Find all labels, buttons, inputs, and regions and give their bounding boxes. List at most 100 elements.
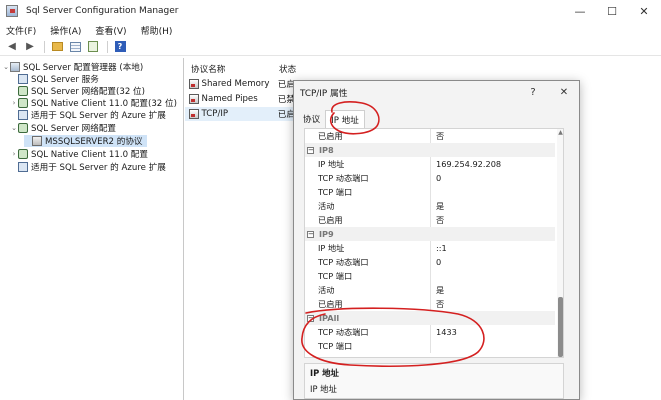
grid-property-value[interactable]: 否 <box>436 298 444 310</box>
grid-property-name: TCP 端口 <box>318 271 353 281</box>
list-item-selected[interactable]: TCP/IP 已启 <box>185 107 295 121</box>
maximize-button[interactable]: ☐ <box>595 0 629 22</box>
grid-property-value[interactable]: 1433 <box>436 327 457 337</box>
config-manager-icon <box>10 62 20 72</box>
scroll-up-arrow-icon[interactable]: ▲ <box>557 129 563 139</box>
grid-category-label: IP8 <box>319 145 334 155</box>
grid-property-row[interactable]: IP 地址 169.254.92.208 <box>305 157 555 171</box>
grid-property-value[interactable]: 0 <box>436 257 441 267</box>
collapse-category-icon[interactable]: − <box>307 230 314 238</box>
grid-column-divider <box>430 199 431 213</box>
dialog-title: TCP/IP 属性 <box>300 88 348 99</box>
tree-item-label: MSSQLSERVER2 的协议 <box>45 137 143 147</box>
tree-item-label: SQL Server 配置管理器 (本地) <box>23 63 144 73</box>
list-item[interactable]: Named Pipes 已禁 <box>185 92 295 106</box>
expand-chevron-icon[interactable]: › <box>10 99 18 107</box>
collapse-chevron-icon[interactable]: ⌄ <box>2 63 10 71</box>
property-grid-scrollbar[interactable]: ▲ <box>557 129 563 357</box>
column-header-status[interactable]: 状态 <box>279 63 296 75</box>
title-bar: Sql Server Configuration Manager — ☐ ✕ <box>0 0 661 22</box>
services-icon <box>18 74 28 84</box>
forward-arrow-icon[interactable]: ▶ <box>22 40 38 54</box>
grid-property-value[interactable]: 是 <box>436 284 444 296</box>
grid-category-label: IP9 <box>319 229 334 239</box>
grid-property-row[interactable]: IP 地址::1 <box>305 241 555 255</box>
grid-property-row[interactable]: TCP 端口 <box>305 185 555 199</box>
menu-action[interactable]: 操作(A) <box>50 24 81 37</box>
navigation-tree: ⌄ SQL Server 配置管理器 (本地) SQL Server 服务 SQ… <box>0 58 184 400</box>
grid-property-value[interactable]: 0 <box>436 173 441 183</box>
network-config-icon <box>18 86 28 96</box>
grid-property-row[interactable]: TCP 动态端口 1433 <box>305 325 555 339</box>
grid-column-divider <box>430 283 431 297</box>
grid-property-row[interactable]: 已启用 否 <box>305 297 555 311</box>
grid-property-row[interactable]: TCP 端口 <box>305 339 555 353</box>
grid-column-divider <box>430 157 431 171</box>
tab-ip-addresses[interactable]: IP 地址 <box>325 110 365 128</box>
grid-property-value[interactable]: 否 <box>436 214 444 226</box>
tree-item-label: 适用于 SQL Server 的 Azure 扩展 <box>31 111 166 121</box>
scrollbar-thumb[interactable] <box>558 297 563 357</box>
tree-item-network-config-32[interactable]: SQL Server 网络配置(32 位) <box>10 85 145 97</box>
protocol-icon <box>189 109 199 119</box>
property-grid: 已启用否 − IP8 IP 地址 169.254.92.208 TCP 动态端口 0 TCP … <box>304 128 564 358</box>
tree-item-azure-extension[interactable]: 适用于 SQL Server 的 Azure 扩展 <box>10 109 166 121</box>
menu-help[interactable]: 帮助(H) <box>141 24 173 37</box>
tree-item-network-config[interactable]: ⌄ SQL Server 网络配置 <box>10 122 116 134</box>
azure-extension-icon <box>18 162 28 172</box>
collapse-chevron-icon[interactable]: ⌄ <box>10 124 18 132</box>
tab-protocol[interactable]: 协议 <box>298 110 325 128</box>
tree-item-native-client-32[interactable]: › SQL Native Client 11.0 配置(32 位) <box>10 97 177 109</box>
grid-property-row[interactable]: TCP 动态端口 0 <box>305 255 555 269</box>
minimize-button[interactable]: — <box>563 0 597 22</box>
close-button[interactable]: ✕ <box>627 0 661 22</box>
grid-column-divider <box>430 255 431 269</box>
up-folder-button[interactable] <box>49 40 65 54</box>
menu-file[interactable]: 文件(F) <box>6 24 36 37</box>
grid-property-name: 已启用 <box>318 299 343 309</box>
app-icon <box>6 5 18 17</box>
grid-property-row[interactable]: 已启用 否 <box>305 129 555 143</box>
grid-property-value[interactable]: 是 <box>436 200 444 212</box>
list-item[interactable]: Shared Memory 已启 <box>185 77 295 91</box>
back-arrow-icon[interactable]: ◀ <box>4 40 20 54</box>
tree-item-root[interactable]: ⌄ SQL Server 配置管理器 (本地) <box>2 61 143 73</box>
protocol-icon <box>189 79 199 89</box>
dialog-tabs: 协议 IP 地址 <box>298 110 365 128</box>
grid-property-row[interactable]: 活动 是 <box>305 283 555 297</box>
help-button[interactable]: ? <box>112 40 128 54</box>
grid-property-name: TCP 动态端口 <box>318 327 369 337</box>
grid-property-name: TCP 动态端口 <box>318 173 369 183</box>
toolbar-divider <box>44 40 45 53</box>
grid-property-value[interactable]: ::1 <box>436 243 447 253</box>
grid-category-label: IPAll <box>319 313 340 323</box>
grid-property-value[interactable]: 否 <box>436 130 444 142</box>
grid-property-row[interactable]: 已启用 否 <box>305 213 555 227</box>
grid-property-name: TCP 端口 <box>318 341 353 351</box>
grid-column-divider <box>430 185 431 199</box>
protocols-icon <box>32 136 42 146</box>
column-header-protocol-name[interactable]: 协议名称 <box>191 63 279 75</box>
menu-view[interactable]: 查看(V) <box>95 24 126 37</box>
dialog-help-button[interactable]: ? <box>525 85 541 99</box>
grid-category-row[interactable]: − IP9 <box>305 227 555 241</box>
grid-property-row[interactable]: 活动 是 <box>305 199 555 213</box>
collapse-category-icon[interactable]: − <box>307 314 314 322</box>
expand-chevron-icon[interactable]: › <box>10 150 18 158</box>
grid-property-value[interactable]: 169.254.92.208 <box>436 159 501 169</box>
grid-property-row[interactable]: TCP 动态端口 0 <box>305 171 555 185</box>
grid-category-row[interactable]: − IPAll <box>305 311 555 325</box>
dialog-close-button[interactable]: ✕ <box>556 85 572 99</box>
tree-item-mssqlserver2-protocols[interactable]: MSSQLSERVER2 的协议 <box>24 135 147 147</box>
tree-item-native-client[interactable]: › SQL Native Client 11.0 配置 <box>10 148 148 160</box>
collapse-category-icon[interactable]: − <box>307 146 314 154</box>
protocol-icon <box>189 94 199 104</box>
grid-property-name: 已启用 <box>318 131 343 141</box>
grid-category-row[interactable]: − IP8 <box>305 143 555 157</box>
grid-property-row[interactable]: TCP 端口 <box>305 269 555 283</box>
show-list-button[interactable] <box>67 40 83 54</box>
tree-item-azure-extension-2[interactable]: 适用于 SQL Server 的 Azure 扩展 <box>10 161 166 173</box>
export-list-button[interactable] <box>85 40 101 54</box>
grid-column-divider <box>430 325 431 339</box>
tree-item-sql-services[interactable]: SQL Server 服务 <box>10 73 99 85</box>
